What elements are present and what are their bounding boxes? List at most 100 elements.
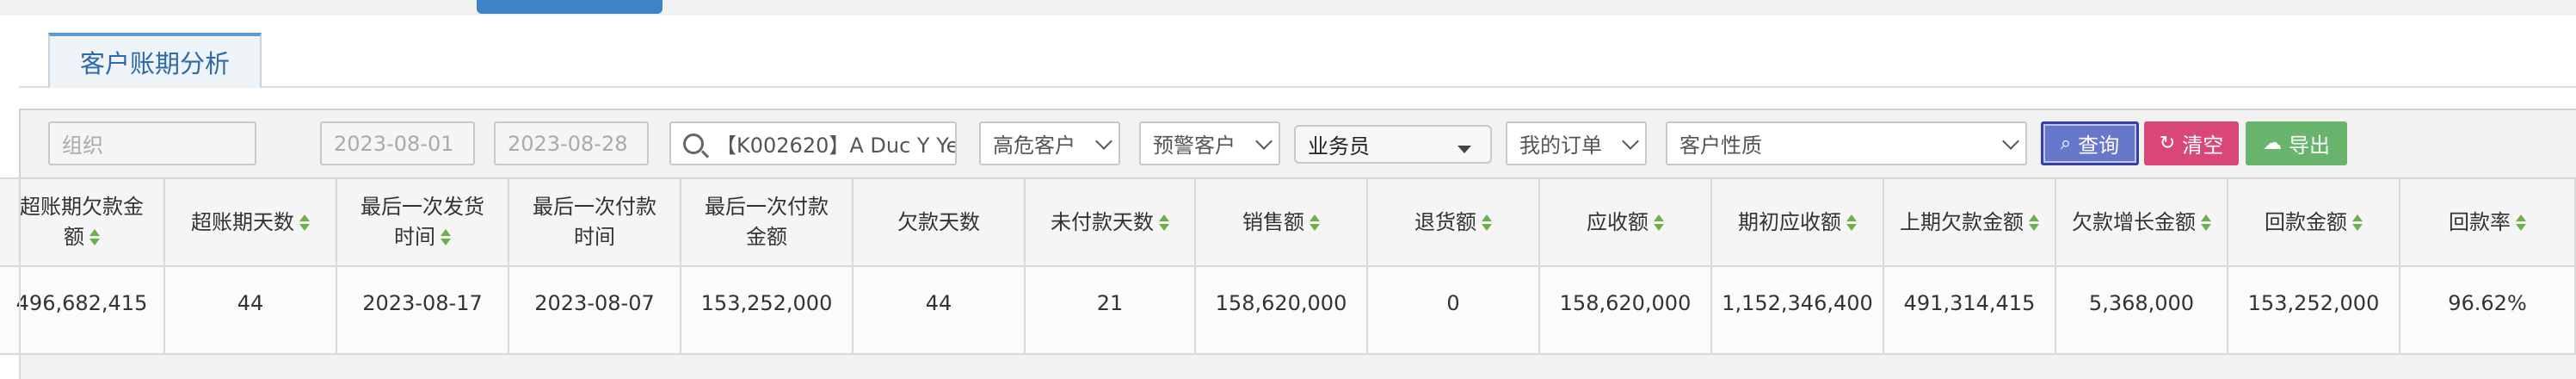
column-header-text: 超账期欠款金额 (20, 192, 144, 252)
export-button[interactable]: ☁ 导出 (2246, 121, 2347, 165)
top-bar (0, 0, 2576, 16)
table-cell: 21 (1026, 267, 1196, 355)
salesman-select[interactable]: 业务员 (1294, 125, 1492, 164)
column-header-label: 时间 (394, 225, 435, 249)
table-cell: 44 (165, 267, 337, 355)
column-header-text: 最后一次付款 时间 (533, 192, 656, 252)
column-header-line: 超账期天数 (191, 208, 310, 238)
chevron-down-icon (2002, 133, 2019, 150)
refresh-icon: ↻ (2159, 133, 2176, 154)
table-cell: 158,620,000 (1196, 267, 1368, 355)
column-header-label: 上期欠款金额 (1900, 209, 2024, 234)
column-header-line: 最后一次付款 (705, 195, 829, 219)
cloud-download-icon: ☁ (2263, 133, 2282, 154)
column-header[interactable]: 欠款增长金额 (2056, 177, 2228, 267)
column-header: 欠款天数 (854, 177, 1026, 267)
high-risk-select[interactable]: 高危客户 (979, 121, 1120, 165)
column-header-line: 未付款天数 (1051, 208, 1169, 238)
column-header-line: 时间 (361, 222, 484, 252)
clear-button[interactable]: ↻ 清空 (2144, 121, 2239, 165)
salesman-label: 业务员 (1308, 134, 1370, 158)
column-header-line: 最后一次发货 (361, 195, 484, 219)
date-to-input[interactable]: 2023-08-28 (494, 121, 649, 165)
search-icon: ⌕ (2060, 133, 2072, 154)
sort-icon[interactable] (2516, 214, 2526, 232)
sort-icon[interactable] (441, 229, 451, 246)
sort-icon[interactable] (1846, 214, 1857, 232)
column-header-line: 最后一次付款 (533, 195, 656, 219)
sort-icon[interactable] (2201, 214, 2211, 232)
column-header-line: 期初应收额 (1738, 208, 1857, 238)
column-header-label: 应收额 (1587, 209, 1649, 234)
column-header-line: 超账期欠款金 (20, 195, 144, 219)
column-header-text: 退货额 (1414, 208, 1492, 238)
column-header-line: 金额 (746, 225, 787, 249)
column-header-label: 未付款天数 (1051, 209, 1154, 234)
sort-icon[interactable] (299, 214, 310, 232)
column-header[interactable]: 上期欠款金额 (1884, 177, 2056, 267)
table-cell: 153,252,000 (681, 267, 854, 355)
my-orders-select[interactable]: 我的订单 (1506, 121, 1647, 165)
column-header[interactable]: 超账期天数 (165, 177, 337, 267)
column-header-text: 最后一次付款 金额 (705, 192, 829, 252)
column-header[interactable]: 销售额 (1196, 177, 1368, 267)
column-header-line: 上期欠款金额 (1900, 208, 2039, 238)
column-header-text: 未付款天数 (1051, 208, 1169, 238)
table-cell: 491,314,415 (1884, 267, 2056, 355)
sort-icon[interactable] (1482, 214, 1492, 232)
column-header-text: 最后一次发货时间 (361, 192, 484, 252)
query-label: 查询 (2078, 134, 2120, 158)
customer-search-input[interactable]: 【K002620】A Duc Y Yen (669, 121, 957, 165)
column-header-line: 欠款天数 (897, 209, 980, 234)
column-header[interactable]: 超账期欠款金额 (0, 177, 165, 267)
warning-select[interactable]: 预警客户 (1139, 121, 1280, 165)
chevron-down-icon (1255, 133, 1273, 150)
column-header-label: 期初应收额 (1738, 209, 1841, 234)
table-cell: 158,620,000 (1540, 267, 1712, 355)
table-cell: 153,252,000 (2228, 267, 2400, 355)
column-header-label: 回款率 (2449, 209, 2511, 234)
table-cell: 96.62% (2400, 267, 2576, 355)
column-header: 最后一次付款 金额 (681, 177, 854, 267)
column-header-line: 欠款增长金额 (2072, 208, 2211, 238)
column-header[interactable]: 回款率 (2400, 177, 2576, 267)
sort-icon[interactable] (1310, 214, 1320, 232)
query-button[interactable]: ⌕ 查询 (2041, 121, 2139, 165)
column-header[interactable]: 最后一次发货时间 (337, 177, 509, 267)
data-table: 超账期欠款金额超账期天数 最后一次发货 时间 最后一次付款 时间 最后一次付款 金额 欠款天数… (0, 177, 2576, 379)
warning-label: 预警客户 (1153, 134, 1236, 158)
column-header[interactable]: 回款金额 (2228, 177, 2400, 267)
column-header-label: 额 (64, 225, 84, 249)
table-cell: 2023-08-17 (337, 267, 509, 355)
customer-type-select[interactable]: 客户性质 (1666, 121, 2027, 165)
column-header[interactable]: 未付款天数 (1026, 177, 1196, 267)
top-nav-button[interactable] (477, 0, 662, 14)
high-risk-label: 高危客户 (993, 134, 1075, 158)
column-header-text: 欠款增长金额 (2072, 208, 2211, 238)
org-input[interactable]: 组织 (48, 121, 256, 165)
sort-icon[interactable] (2029, 214, 2039, 232)
date-from-input[interactable]: 2023-08-01 (320, 121, 475, 165)
my-orders-label: 我的订单 (1519, 134, 1602, 158)
tab-customer-aging[interactable]: 客户账期分析 (48, 33, 262, 88)
column-header-text: 回款率 (2449, 208, 2526, 238)
column-header[interactable]: 退货额 (1368, 177, 1540, 267)
clear-label: 清空 (2182, 134, 2224, 158)
column-header-line: 时间 (574, 225, 615, 249)
column-header-text: 上期欠款金额 (1900, 208, 2039, 238)
table-cell: 44 (854, 267, 1026, 355)
customer-search-value: 【K002620】A Duc Y Yen (716, 134, 957, 158)
sort-icon[interactable] (89, 229, 100, 246)
column-header[interactable]: 应收额 (1540, 177, 1712, 267)
customer-type-label: 客户性质 (1679, 134, 1762, 158)
column-header-line: 回款率 (2449, 208, 2526, 238)
sort-icon[interactable] (1654, 214, 1664, 232)
column-header-text: 应收额 (1587, 208, 1664, 238)
table-cell: 496,682,415 (0, 267, 165, 355)
sort-icon[interactable] (1159, 214, 1169, 232)
column-header-line: 回款金额 (2265, 208, 2363, 238)
column-header[interactable]: 期初应收额 (1712, 177, 1884, 267)
column-header-label: 欠款增长金额 (2072, 209, 2196, 234)
column-header-text: 欠款天数 (897, 208, 980, 238)
sort-icon[interactable] (2352, 214, 2363, 232)
